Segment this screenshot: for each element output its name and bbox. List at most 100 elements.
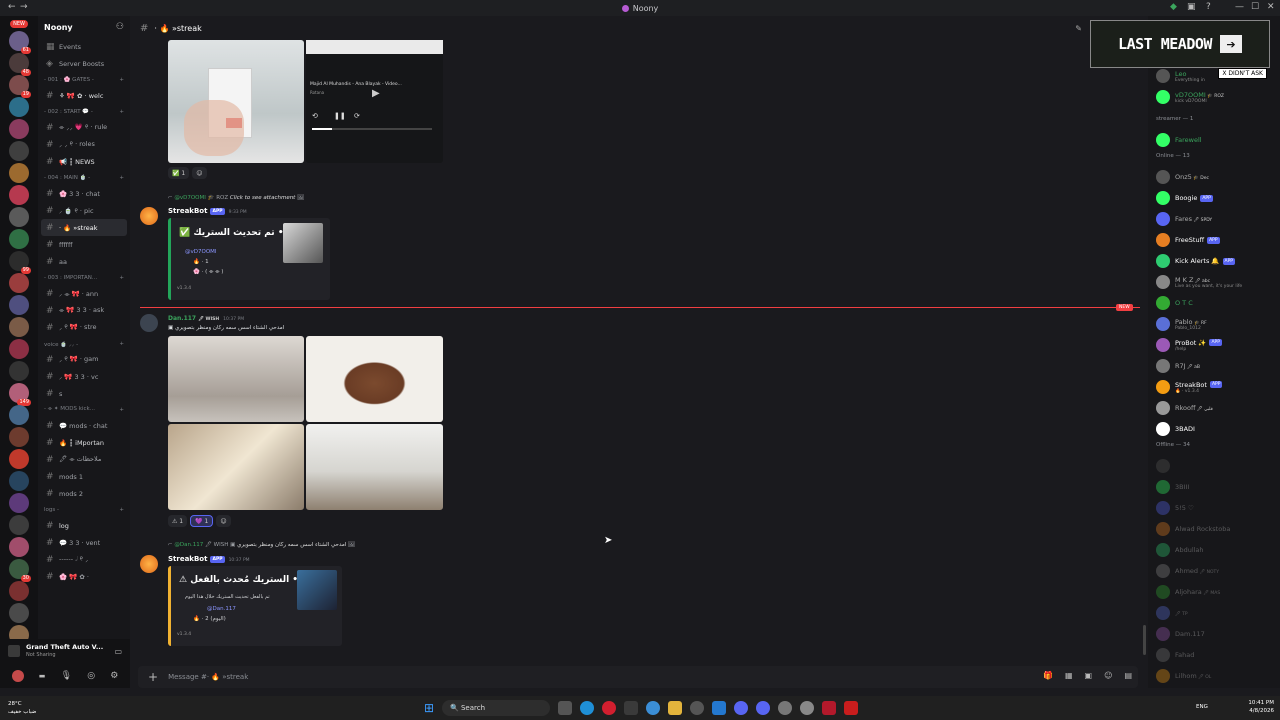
reaction[interactable]: ⚠ 1 [168,515,188,527]
attachment-image[interactable] [168,40,304,163]
channel-item[interactable]: # ⸝ 🎀 3 3 · vc [38,368,130,385]
mic-icon[interactable]: 🎙 [61,671,72,681]
channel-category[interactable]: - 002 : START 💬 - + [38,104,130,119]
taskview-icon[interactable] [558,701,572,715]
taskbar-search[interactable]: 🔍 Search [442,700,550,716]
server-icon[interactable]: 19 [9,75,31,98]
gallery-image-3[interactable] [168,424,304,510]
back-icon[interactable]: ← [8,2,16,12]
member-row[interactable]: ProBot ✨ APP/help [1156,335,1280,355]
sticker-icon[interactable]: ▣ [1085,671,1093,680]
close-icon[interactable]: ✕ [1267,2,1275,12]
member-row[interactable]: 🖊 TP [1156,603,1280,623]
add-channel-icon[interactable]: + [119,175,124,181]
member-row[interactable]: 3BADI [1156,419,1280,439]
gallery-image-1[interactable] [168,336,304,422]
member-row[interactable]: Abdullah [1156,540,1280,560]
channel-item[interactable]: # ⌯ 🎀 3 3 · ask [38,302,130,319]
server-icon[interactable] [9,603,29,623]
member-row[interactable]: 5!5 ♡ [1156,498,1280,518]
user-avatar[interactable] [11,670,24,682]
add-channel-icon[interactable]: + [119,275,124,281]
server-icon[interactable]: 48 [9,53,31,76]
author-name[interactable]: Dan.117 🖊 WISH 10:37 PM [168,315,244,322]
avatar[interactable] [140,207,158,225]
add-channel-icon[interactable]: + [119,109,124,115]
maximize-icon[interactable]: ☐ [1251,2,1259,12]
weather-widget[interactable]: 28°C ضباب خفيف [8,700,36,716]
channel-category[interactable]: - 004 : MAIN 🍵 - + [38,170,130,185]
reaction[interactable]: 💜 1 [190,515,214,527]
server-icon[interactable] [9,273,29,293]
member-row[interactable]: Farewell [1156,130,1280,150]
inbox-icon[interactable]: ▣ [1187,2,1196,12]
add-channel-icon[interactable]: + [119,507,124,513]
server-icon[interactable] [9,163,29,183]
gallery-image-4[interactable] [306,424,443,510]
channel-category[interactable]: - 001 : 🌸 GATES - + [38,72,130,87]
add-reaction-icon[interactable]: ☺ [192,167,207,179]
server-icon[interactable] [9,317,29,337]
add-channel-icon[interactable]: + [119,77,124,83]
scrollbar[interactable] [1143,625,1146,655]
tray-lang[interactable]: ENG [1196,704,1208,710]
server-icon[interactable] [9,339,29,359]
member-row[interactable]: O T C [1156,293,1280,313]
help-icon[interactable]: ? [1206,2,1211,12]
server-icon[interactable] [9,515,29,535]
channel-category[interactable]: logs - + [38,502,130,517]
server-icon[interactable]: 149 [9,383,31,406]
member-row[interactable]: 3BIII [1156,477,1280,497]
member-row[interactable]: Aljohara 🖊 MAS [1156,582,1280,602]
channel-item[interactable]: # log [38,517,130,534]
store-icon[interactable] [624,701,638,715]
channel-item[interactable]: # mods 1 [38,468,130,485]
channel-category[interactable]: - 003 : IMPORTAN... + [38,270,130,285]
channel-item[interactable]: # mods 2 [38,485,130,502]
server-menu-item[interactable]: ◈ Server Boosts [38,55,130,72]
channel-item[interactable]: # ⸝ ⌯ 🎀 · ann [38,285,130,302]
member-row[interactable]: Rkooff 🖊 قلبي [1156,398,1280,418]
server-menu-item[interactable]: ▦ Events [38,38,130,55]
discord-icon[interactable] [734,701,748,715]
rockstar-icon[interactable] [822,701,836,715]
member-row[interactable]: StreakBot APP 🔥 · v1.3.4 [1156,377,1280,397]
server-icon[interactable] [9,405,29,425]
pause-icon[interactable]: ❚❚ [334,112,346,120]
member-row[interactable]: Ahmed 🖊 NOTY [1156,561,1280,581]
channel-item[interactable]: # · 🔥 »streak [41,219,127,236]
channel-item[interactable]: # 🌸 🎀 ✿ · [38,568,130,585]
discord-alt-icon[interactable] [756,701,770,715]
server-icon[interactable] [9,427,29,447]
member-row[interactable] [1156,456,1280,476]
gallery-image-2[interactable] [306,336,443,422]
clock[interactable]: 10:41 PM 4/8/2026 [1248,699,1274,715]
guild-header[interactable]: Noony ⚇ [38,16,130,38]
channel-item[interactable]: # ⸝ ⸝ ୧ · roles [38,136,130,153]
member-row[interactable]: Pablo 🎓 RF Pablo_1012 [1156,314,1280,334]
member-row[interactable]: Alwad Rockstoba [1156,519,1280,539]
obs-icon[interactable] [800,701,814,715]
mention[interactable]: @vD7OOMI [185,249,217,255]
play-icon[interactable]: ▶ [372,88,380,99]
server-icon[interactable] [9,207,29,227]
replay-icon[interactable]: ⟲ [312,112,318,120]
server-icon[interactable]: 99 [9,251,31,274]
apps-icon[interactable]: ▤ [1124,671,1132,680]
member-row[interactable]: Kick Alerts 🔔 APP [1156,251,1280,271]
author-name[interactable]: StreakBot APP 10:37 PM [168,555,250,563]
steam-icon[interactable] [690,701,704,715]
activity-tile[interactable]: Grand Theft Auto V... Not Sharing ▭ [0,639,130,663]
gif-icon[interactable]: ▦ [1065,671,1073,680]
server-icon[interactable] [9,141,29,161]
channel-item[interactable]: # 💬 3 3 · vent [38,534,130,551]
last-meadow-banner[interactable]: LAST MEADOW ➔ X DIDN'T ASK [1090,20,1270,79]
add-attachment-icon[interactable]: + [148,670,158,684]
member-row[interactable]: M K Z 🖊 abc Live as you want, it's your l… [1156,272,1280,292]
forward-icon[interactable]: ⟳ [354,112,360,120]
channel-item[interactable]: # 🌸 3 3 · chat [38,185,130,202]
add-reaction-icon[interactable]: ☺ [216,515,231,527]
arrow-right-icon[interactable]: ➔ [1219,35,1242,53]
message-input[interactable]: + Message #· 🔥 »streak 🎁 ▦ ▣ ☺ ▤ [138,666,1138,688]
channel-item[interactable]: # 🖊 ⌯ ملاحظات [38,451,130,468]
